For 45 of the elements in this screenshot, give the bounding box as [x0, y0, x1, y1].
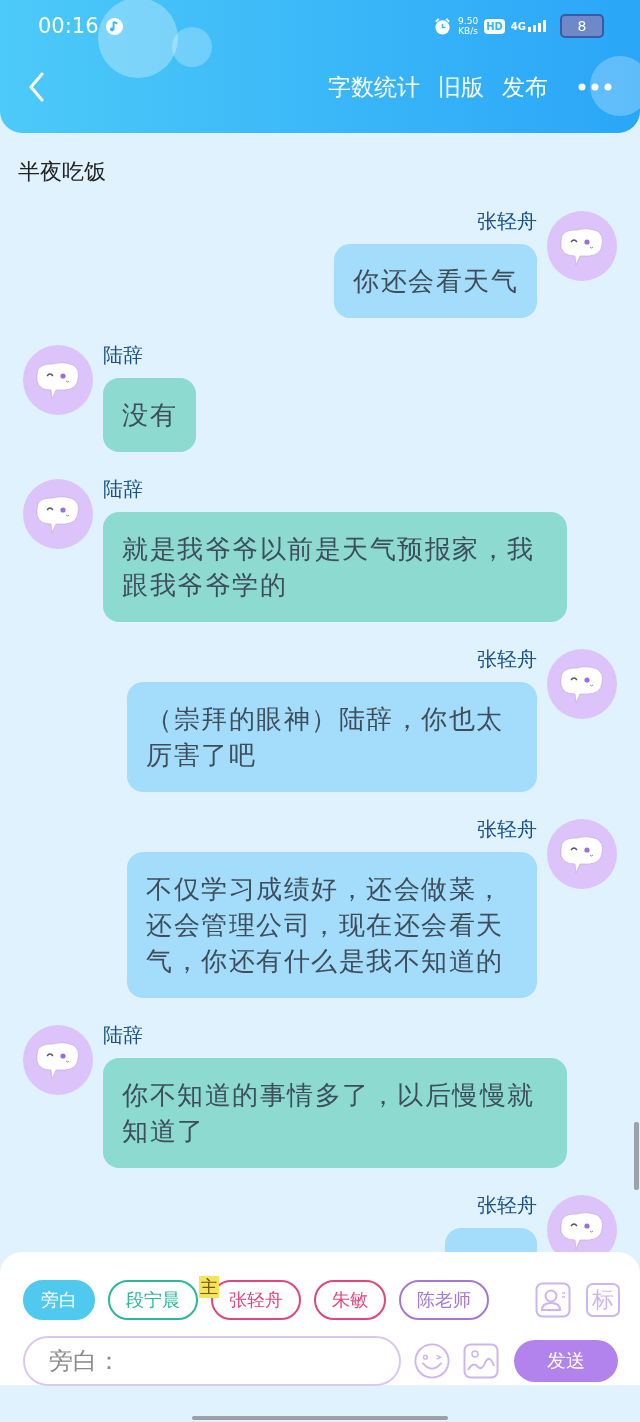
header-action[interactable]: 字数统计 — [328, 71, 420, 103]
hd-badge: HD — [484, 18, 505, 34]
message-bubble: 没有 — [103, 378, 196, 452]
home-indicator[interactable] — [192, 1416, 448, 1420]
role-chip[interactable]: 陈老师 — [399, 1280, 489, 1320]
narration-text: 半夜吃饭 — [18, 158, 107, 186]
bubble-decoration-drawing — [590, 56, 640, 116]
network-speed: 9.50 KB/s — [458, 16, 479, 36]
avatar-icon — [547, 649, 617, 719]
role-chip[interactable]: 段宁晨 — [108, 1280, 198, 1320]
sender-name: 张轻舟 — [477, 209, 537, 233]
contact-card-icon[interactable] — [535, 1282, 571, 1318]
header-action[interactable]: 发布 — [502, 71, 548, 103]
mark-button[interactable]: 标 — [586, 1283, 620, 1317]
avatar-icon — [23, 345, 93, 415]
music-note-icon — [104, 16, 124, 36]
message-bubble: 就是我爷爷以前是天气预报家，我跟我爷爷学的 — [103, 512, 567, 622]
avatar-icon — [23, 479, 93, 549]
message-bubble: （崇拜的眼神）陆辞，你也太厉害了吧 — [127, 682, 537, 792]
avatar-icon — [547, 819, 617, 889]
sender-name: 陆辞 — [103, 1023, 143, 1047]
sender-name: 陆辞 — [103, 343, 143, 367]
role-chip[interactable]: 旁白 — [23, 1280, 95, 1320]
alarm-icon — [433, 16, 453, 36]
message-bubble: 你不知道的事情多了，以后慢慢就知道了 — [103, 1058, 567, 1168]
send-button[interactable]: 发送 — [514, 1340, 618, 1382]
sender-name: 张轻舟 — [477, 1193, 537, 1217]
scrollbar[interactable] — [634, 1122, 639, 1190]
avatar-icon — [23, 1025, 93, 1095]
battery-indicator: 8 — [560, 14, 604, 38]
input-field[interactable]: 旁白： — [23, 1336, 401, 1386]
sender-name: 张轻舟 — [477, 817, 537, 841]
header-action[interactable]: 旧版 — [438, 71, 484, 103]
sender-name: 陆辞 — [103, 477, 143, 501]
avatar-icon — [547, 211, 617, 281]
lead-badge: 主 — [199, 1276, 219, 1298]
more-icon[interactable] — [578, 83, 612, 91]
sender-name: 张轻舟 — [477, 647, 537, 671]
network-type: 4G — [510, 20, 526, 32]
image-icon[interactable] — [463, 1343, 499, 1379]
message-bubble: 你还会看天气 — [334, 244, 537, 318]
message-bubble: 不仅学习成绩好，还会做菜，还会管理公司，现在还会看天气，你还有什么是我不知道的 — [127, 852, 537, 998]
emoji-icon[interactable] — [414, 1343, 450, 1379]
status-time: 00:16 — [38, 14, 99, 38]
role-chip[interactable]: 朱敏 — [314, 1280, 386, 1320]
